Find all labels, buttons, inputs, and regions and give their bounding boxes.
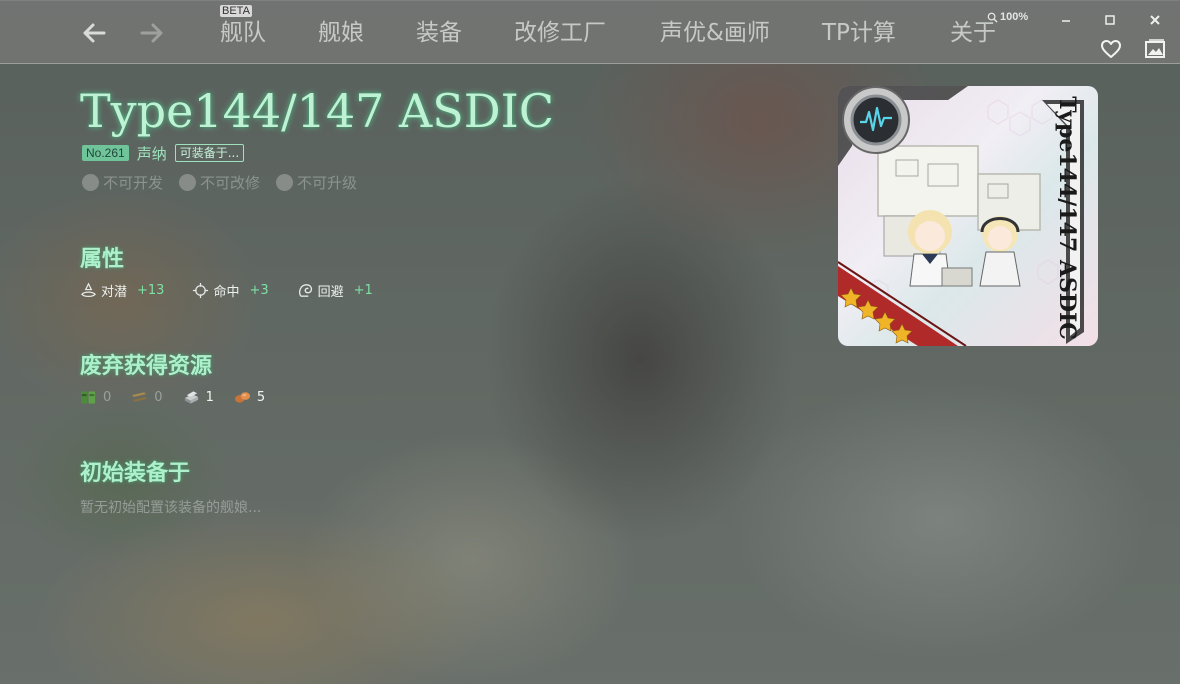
ammo-icon bbox=[132, 392, 148, 402]
maximize-button[interactable] bbox=[1099, 9, 1121, 31]
resource-ammo: 0 bbox=[131, 388, 163, 406]
accuracy-icon bbox=[193, 282, 209, 298]
close-button[interactable] bbox=[1144, 9, 1166, 31]
minimize-icon bbox=[1062, 20, 1070, 22]
arrow-left-icon bbox=[83, 23, 106, 43]
status-dot-icon bbox=[276, 174, 294, 191]
scrap-resources: 0 0 1 5 bbox=[80, 388, 265, 406]
nav-improvement-arsenal[interactable]: 改修工厂 bbox=[514, 18, 606, 48]
image-icon bbox=[1145, 39, 1165, 58]
flag-not-developable: 不可开发 bbox=[82, 172, 163, 193]
heart-icon bbox=[1101, 40, 1121, 58]
resource-fuel: 0 bbox=[80, 388, 111, 406]
stat-evasion: 回避 +1 bbox=[297, 280, 373, 300]
stats-section-title: 属性 bbox=[80, 246, 125, 272]
maximize-icon bbox=[1105, 15, 1115, 25]
arrow-right-icon bbox=[140, 23, 163, 43]
nav-tp-calculator[interactable]: TP计算 bbox=[822, 18, 896, 48]
nav-voice-artists[interactable]: 声优&画师 bbox=[660, 18, 770, 48]
scrap-section-title: 废弃获得资源 bbox=[80, 353, 213, 379]
flag-not-upgradable: 不可升级 bbox=[276, 172, 357, 193]
minimize-button[interactable] bbox=[1055, 9, 1077, 31]
resource-steel: 1 bbox=[183, 388, 214, 406]
beta-badge: BETA bbox=[220, 5, 252, 17]
zoom-icon bbox=[987, 12, 998, 23]
resource-value: 1 bbox=[205, 389, 214, 405]
fuel-icon bbox=[80, 391, 96, 404]
stat-value: +13 bbox=[137, 282, 165, 298]
initial-equip-section-title: 初始装备于 bbox=[80, 460, 191, 486]
bauxite-icon bbox=[234, 392, 250, 403]
initial-equip-empty-note: 暂无初始配置该装备的舰娘... bbox=[80, 500, 262, 516]
status-dot-icon bbox=[179, 174, 197, 191]
flag-not-improvable: 不可改修 bbox=[179, 172, 260, 193]
equipment-flags: 不可开发 不可改修 不可升级 bbox=[82, 172, 357, 193]
nav-fleet[interactable]: 舰队 bbox=[220, 18, 266, 48]
close-icon bbox=[1150, 15, 1160, 25]
nav-equipment[interactable]: 装备 bbox=[416, 18, 462, 48]
resource-value: 0 bbox=[154, 389, 163, 405]
stat-accuracy: 命中 +3 bbox=[192, 280, 269, 300]
evasion-icon bbox=[298, 283, 312, 297]
flag-label: 不可升级 bbox=[297, 174, 358, 192]
status-dot-icon bbox=[82, 174, 99, 191]
stat-label: 回避 bbox=[317, 284, 344, 300]
background-image-button[interactable] bbox=[1142, 37, 1168, 61]
bookmark-button[interactable] bbox=[1098, 37, 1124, 61]
equipment-type: 声纳 bbox=[136, 144, 167, 163]
flag-label: 不可改修 bbox=[200, 174, 261, 192]
equipment-meta: No.261 声纳 可装备于... bbox=[82, 143, 245, 163]
zoom-indicator[interactable]: 100% bbox=[987, 11, 1028, 23]
equippable-ships-button[interactable]: 可装备于... bbox=[174, 144, 245, 162]
stat-anti-submarine: 对潜 +13 bbox=[80, 280, 164, 300]
back-button[interactable] bbox=[78, 17, 110, 49]
resource-value: 0 bbox=[103, 389, 112, 405]
zoom-level: 100% bbox=[1000, 11, 1029, 23]
forward-button[interactable] bbox=[136, 17, 168, 49]
equipment-number-badge: No.261 bbox=[82, 145, 129, 161]
flag-label: 不可开发 bbox=[103, 174, 164, 192]
stats-list: 对潜 +13 命中 +3 回避 +1 bbox=[80, 280, 373, 300]
equipment-card-image: Type144/147 ASDIC bbox=[838, 86, 1098, 346]
stat-value: +1 bbox=[353, 282, 373, 298]
card-title-wrapper: Type144/147 ASDIC bbox=[1052, 96, 1082, 340]
stat-value: +3 bbox=[249, 282, 269, 298]
stat-label: 对潜 bbox=[101, 284, 128, 300]
nav-ships[interactable]: 舰娘 bbox=[318, 18, 364, 48]
equipment-name: Type144/147 ASDIC bbox=[80, 84, 555, 138]
title-bar: BETA 舰队 舰娘 装备 改修工厂 声优&画师 TP计算 关于 100% bbox=[0, 0, 1180, 64]
resource-value: 5 bbox=[256, 389, 266, 405]
anti-submarine-icon bbox=[81, 282, 96, 297]
card-title-vertical: Type144/147 ASDIC bbox=[1054, 96, 1080, 340]
resource-bauxite: 5 bbox=[234, 388, 265, 406]
stat-label: 命中 bbox=[213, 284, 240, 300]
steel-icon bbox=[184, 391, 198, 404]
